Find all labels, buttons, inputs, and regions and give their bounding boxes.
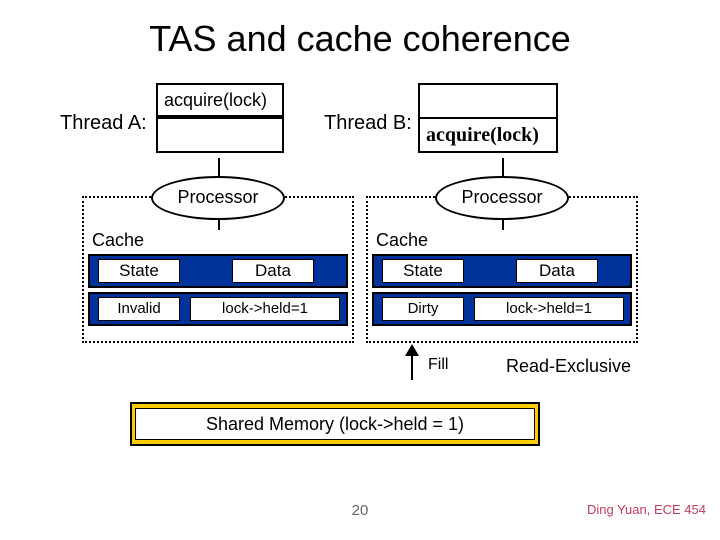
shared-memory-label: Shared Memory (lock->held = 1) (135, 408, 535, 440)
read-exclusive-label: Read-Exclusive (506, 356, 631, 377)
thread-b-call-text: acquire(lock) (426, 124, 539, 146)
thread-a-label: Thread A: (60, 112, 147, 135)
cache-a-data-header: Data (232, 259, 314, 283)
cache-b-state-header: State (382, 259, 464, 283)
thread-a-call-text: acquire(lock) (164, 90, 267, 110)
proc-b-stem (502, 158, 504, 178)
processor-a-oval: Processor (151, 176, 285, 220)
proc-a-stem (218, 158, 220, 178)
processor-b-oval: Processor (435, 176, 569, 220)
fill-arrow-icon (406, 344, 420, 380)
thread-a-call-box: acquire(lock) (156, 83, 284, 117)
cache-a-state-value: Invalid (98, 297, 180, 321)
cache-b-container: Processor Cache State Data Dirty lock->h… (366, 196, 638, 343)
cache-a-state-header: State (98, 259, 180, 283)
slide-title: TAS and cache coherence (0, 18, 720, 60)
thread-b-empty-box-1 (418, 83, 558, 119)
cache-a-container: Processor Cache State Data Invalid lock-… (82, 196, 354, 343)
thread-a-empty-box-1 (156, 117, 284, 153)
thread-b-label: Thread B: (324, 112, 412, 135)
cache-b-data-header: Data (516, 259, 598, 283)
fill-label: Fill (428, 356, 448, 374)
cache-b-data-value: lock->held=1 (474, 297, 624, 321)
cache-b-state-value: Dirty (382, 297, 464, 321)
footer-credit: Ding Yuan, ECE 454 (587, 502, 706, 517)
cache-b-label: Cache (376, 230, 428, 251)
cache-a-data-value: lock->held=1 (190, 297, 340, 321)
thread-b-call-box: acquire(lock) (418, 117, 558, 153)
cache-a-label: Cache (92, 230, 144, 251)
